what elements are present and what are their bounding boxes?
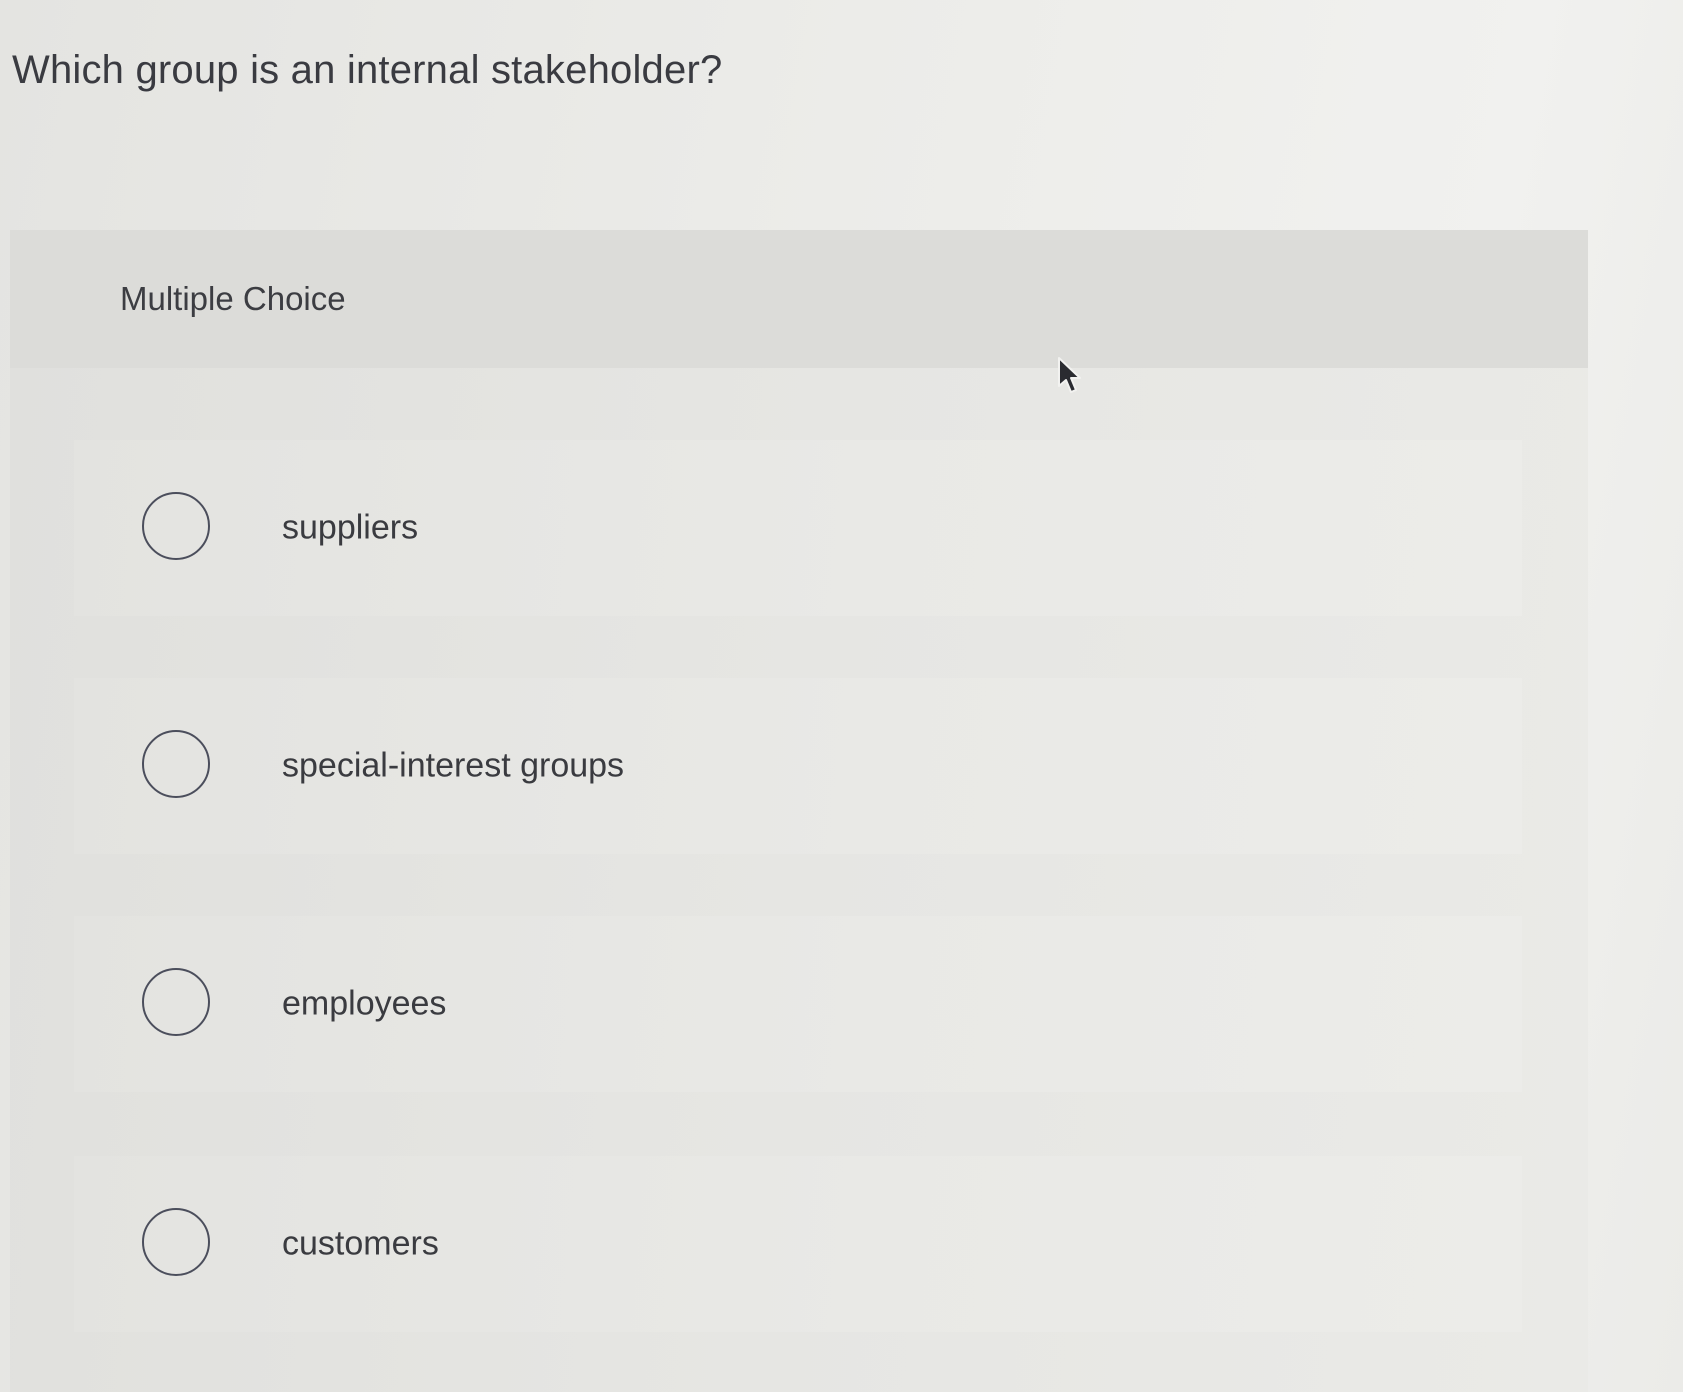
option-employees[interactable]: employees: [74, 916, 1522, 1092]
question-type-label: Multiple Choice: [120, 280, 346, 317]
option-label: suppliers: [282, 508, 419, 547]
option-label: customers: [282, 1224, 439, 1263]
option-label: employees: [282, 984, 447, 1023]
option-customers[interactable]: customers: [74, 1156, 1522, 1332]
question-text: Which group is an internal stakeholder?: [12, 48, 723, 92]
radio-unselected-icon[interactable]: [142, 730, 210, 798]
card-header: Multiple Choice: [10, 230, 1588, 368]
option-special-interest-groups[interactable]: special-interest groups: [74, 678, 1522, 854]
radio-unselected-icon[interactable]: [142, 968, 210, 1036]
option-label: special-interest groups: [282, 746, 625, 785]
radio-unselected-icon[interactable]: [142, 492, 210, 560]
mouse-pointer-icon: [1058, 357, 1081, 393]
option-suppliers[interactable]: suppliers: [74, 440, 1522, 616]
radio-unselected-icon[interactable]: [142, 1208, 210, 1276]
answer-card: Multiple Choice suppliers special-intere…: [10, 230, 1588, 1392]
